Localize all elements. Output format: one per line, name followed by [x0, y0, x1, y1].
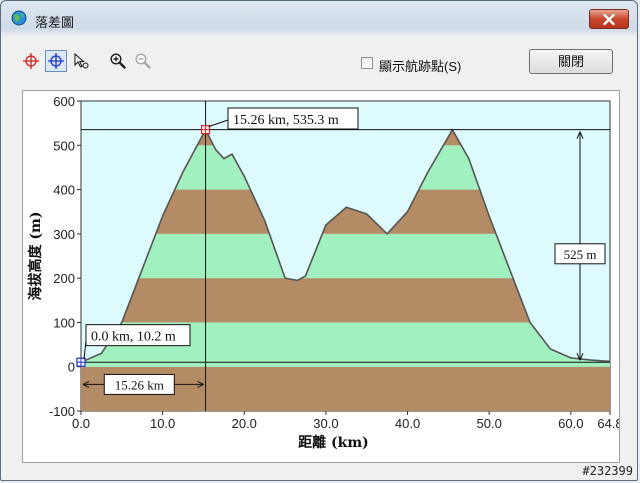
y-axis-label: 海拔高度 (m) [27, 212, 44, 301]
elevation-chart[interactable]: 0.010.020.030.040.050.060.064.8-10001002… [23, 91, 619, 462]
zoom-out-tool[interactable] [132, 50, 154, 72]
x-axis-label: 距離 (km) [298, 434, 369, 451]
crosshair-blue-tool[interactable] [45, 50, 67, 72]
zoom-in-icon [110, 53, 126, 69]
window-title: 落差圖 [35, 15, 75, 30]
show-waypoints-label: 顯示航跡點(S) [379, 59, 462, 74]
close-icon [603, 14, 615, 25]
title-bar[interactable]: 落差圖 [1, 1, 637, 35]
peak-callout-label: 15.26 km, 535.3 m [233, 113, 339, 128]
zoom-out-icon [135, 53, 151, 69]
y-tick-label: 500 [53, 138, 75, 153]
height-label: 525 m [564, 247, 597, 262]
y-tick-label: 0 [68, 360, 75, 375]
elevation-chart-frame: 0.010.020.030.040.050.060.064.8-10001002… [22, 90, 620, 463]
start-callout-label: 0.0 km, 10.2 m [91, 330, 176, 345]
crosshair-blue-icon [48, 53, 64, 69]
x-tick-label: 20.0 [232, 416, 257, 431]
x-tick-label: 60.0 [558, 416, 583, 431]
zoom-in-tool[interactable] [107, 50, 129, 72]
x-tick-label: 64.8 [597, 416, 619, 431]
y-tick-label: 600 [53, 94, 75, 109]
crosshair-red-icon [23, 53, 39, 69]
watermark: #232399 [582, 464, 633, 478]
x-tick-label: 30.0 [313, 416, 338, 431]
x-tick-label: 40.0 [395, 416, 420, 431]
client-area: 顯示航跡點(S) 關閉 0.0 10.0 20.0 30.0 40.0 50.0 60.0 6… [8, 35, 630, 475]
select-tool[interactable] [70, 50, 92, 72]
y-tick-label: -100 [49, 404, 75, 419]
window-close-button[interactable] [589, 9, 629, 29]
globe-icon [11, 10, 27, 26]
close-dialog-button[interactable]: 關閉 [529, 49, 613, 74]
y-tick-label: 300 [53, 227, 75, 242]
show-waypoints-checkbox[interactable] [361, 57, 373, 69]
select-cursor-icon [74, 52, 89, 69]
y-tick-label: 100 [53, 315, 75, 330]
y-tick-label: 200 [53, 271, 75, 286]
distance-label: 15.26 km [115, 377, 164, 392]
x-tick-label: 50.0 [477, 416, 502, 431]
x-tick-label: 10.0 [150, 416, 175, 431]
crosshair-red-tool[interactable] [20, 50, 42, 72]
y-tick-label: 400 [53, 183, 75, 198]
elevation-profile-window: 落差圖 顯示航跡點(S) 關閉 0.0 10.0 20.0 30.0 40.0 … [0, 0, 638, 481]
